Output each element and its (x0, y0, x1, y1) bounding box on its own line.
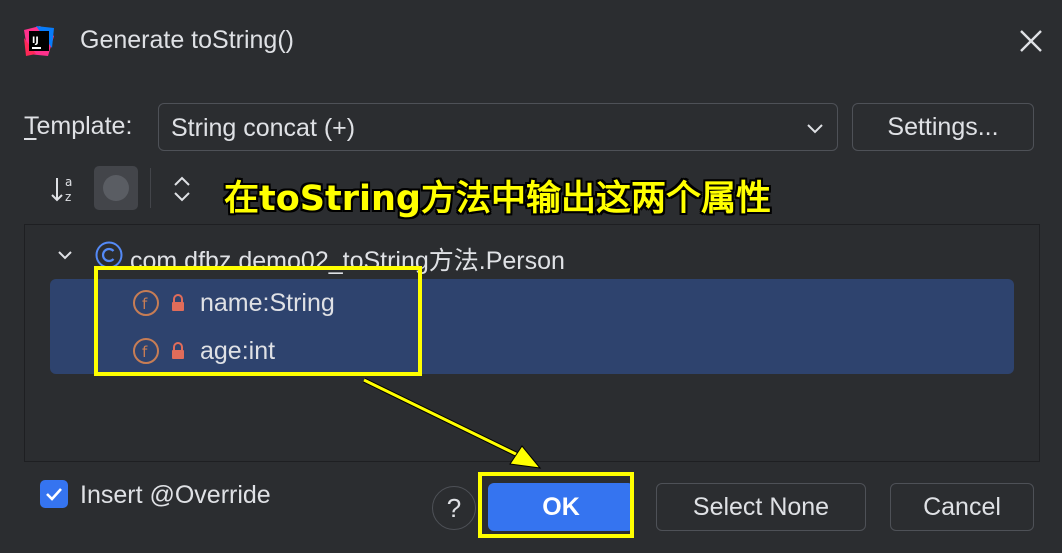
toolbar-separator (150, 168, 151, 208)
template-select[interactable]: String concat (+) (158, 103, 838, 151)
template-label-text: emplate: (36, 112, 133, 140)
cancel-button[interactable]: Cancel (890, 483, 1034, 531)
circle-icon (103, 175, 129, 201)
template-label-mnemonic: T (24, 112, 37, 140)
help-button[interactable]: ? (432, 486, 476, 530)
svg-text:z: z (65, 190, 71, 204)
svg-text:a: a (65, 175, 72, 189)
chevron-down-icon[interactable] (54, 244, 76, 266)
template-label: Template: (24, 112, 132, 141)
fields-highlight-box (94, 266, 422, 376)
sort-alphabetically-icon[interactable]: a z (50, 172, 80, 206)
dialog-title: Generate toString() (80, 26, 294, 54)
app-icon-text: IJ (32, 36, 39, 46)
close-icon[interactable] (1014, 24, 1048, 58)
show-inherited-toggle-button[interactable] (94, 166, 138, 210)
annotation-text: 在toString方法中输出这两个属性 (224, 179, 771, 219)
insert-override-checkbox[interactable] (40, 480, 68, 508)
ok-highlight-box (478, 472, 634, 538)
expand-collapse-icon[interactable] (168, 172, 196, 206)
intellij-app-icon: IJ (22, 24, 56, 58)
select-none-button[interactable]: Select None (656, 483, 866, 531)
checkmark-icon (46, 488, 62, 501)
chevron-down-icon (807, 124, 823, 134)
insert-override-label[interactable]: Insert @Override (80, 481, 271, 510)
template-select-value: String concat (+) (171, 114, 356, 142)
settings-button[interactable]: Settings... (852, 103, 1034, 151)
